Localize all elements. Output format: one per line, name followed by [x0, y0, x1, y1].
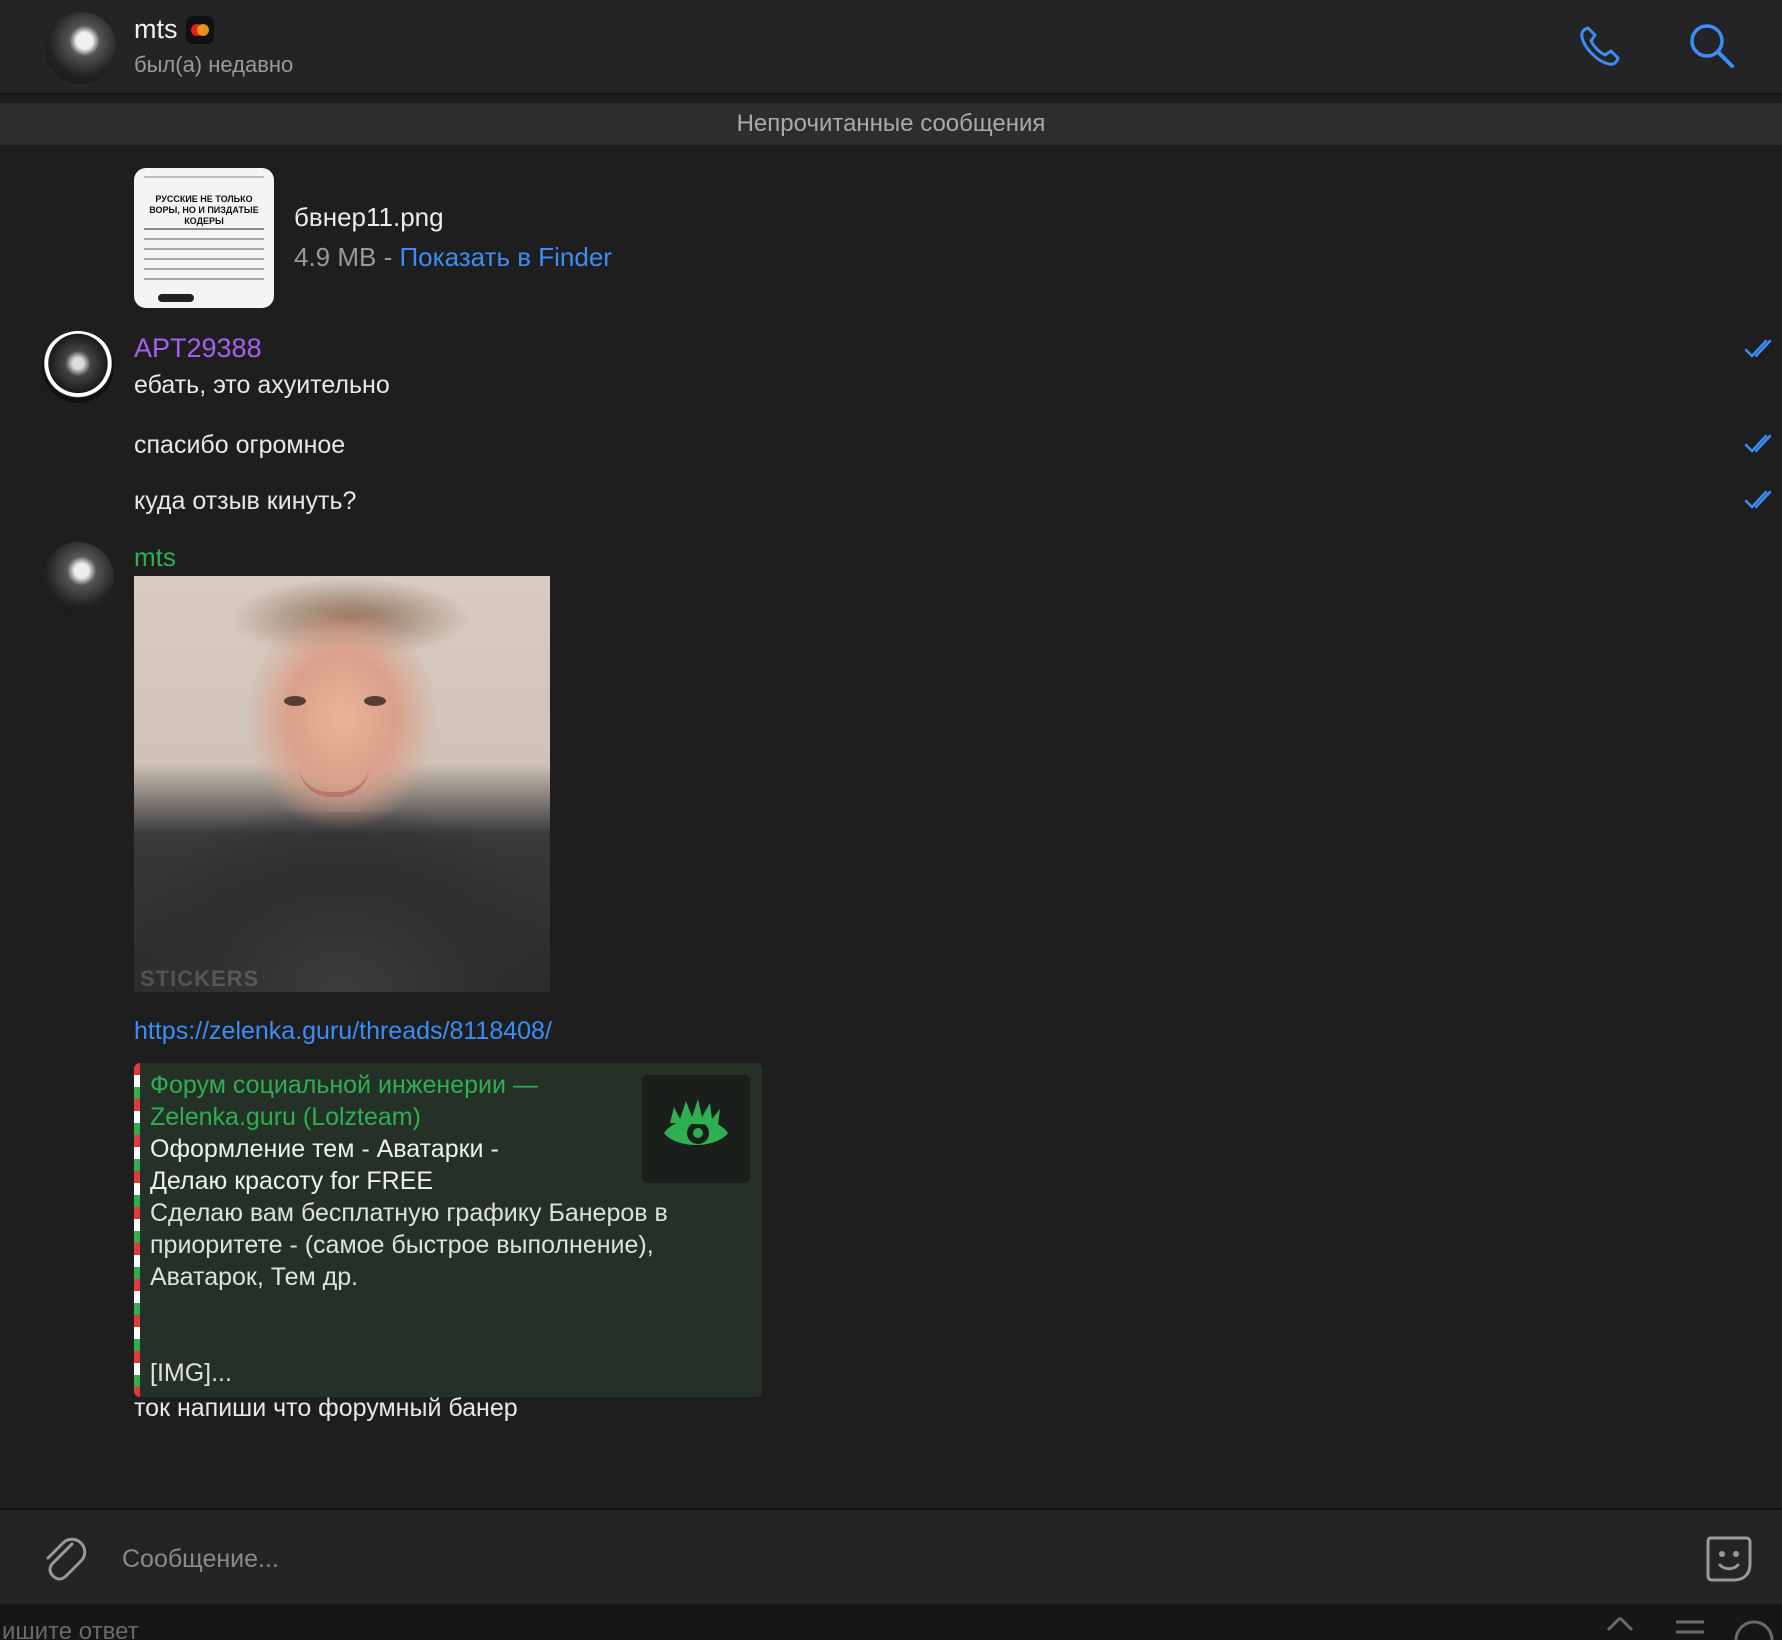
sender-name[interactable]: mts — [134, 542, 176, 573]
search-button[interactable] — [1686, 20, 1738, 72]
double-check-icon — [1744, 339, 1772, 358]
file-meta: 4.9 MB - Показать в Finder — [294, 242, 612, 273]
call-button[interactable] — [1574, 20, 1626, 72]
message-input[interactable] — [120, 1534, 1684, 1584]
preview-accent-stripe — [134, 1063, 140, 1397]
message-text: ток напиши что форумный банер — [134, 1394, 518, 1422]
last-seen-status: был(а) недавно — [134, 52, 294, 77]
message-text: ебать, это ахуительно — [134, 371, 390, 399]
file-size: 4.9 MB — [294, 242, 377, 272]
chat-title[interactable]: mts — [134, 14, 178, 45]
message-composer — [0, 1508, 1782, 1606]
photo-watermark: STICKERS — [140, 966, 260, 991]
unread-messages-divider: Непрочитанные сообщения — [0, 103, 1782, 145]
chat-header: mts был(а) недавно — [0, 0, 1782, 95]
message-text: спасибо огромное — [134, 431, 346, 459]
preview-site-name: Форум социальной инженерии — Zelenka.gur… — [150, 1071, 538, 1131]
phone-icon — [1580, 26, 1620, 66]
lolz-eye-logo-icon — [664, 1099, 728, 1145]
sender-name[interactable]: APT29388 — [134, 333, 262, 364]
message-link[interactable]: https://zelenka.guru/threads/8118408/ — [134, 1017, 552, 1046]
avatar[interactable] — [42, 542, 114, 614]
paperclip-icon — [46, 1537, 87, 1581]
preview-image — [642, 1075, 750, 1183]
attach-button[interactable] — [38, 1530, 88, 1586]
file-thumbnail[interactable]: РУССКИЕ НЕ ТОЛЬКО ВОРЫ, НО И ПИЗДАТЫЕ КО… — [134, 168, 274, 308]
show-in-finder-link[interactable]: Показать в Finder — [399, 242, 611, 272]
emoji-icon[interactable] — [1734, 1614, 1774, 1640]
preview-description: Сделаю вам бесплатную графику Банеров в … — [150, 1197, 750, 1389]
sticker-button[interactable] — [1700, 1530, 1756, 1586]
list-icon[interactable] — [1670, 1614, 1710, 1640]
preview-trailer: [IMG]... — [150, 1359, 232, 1387]
reply-hint: ишите ответ — [2, 1618, 139, 1640]
double-check-icon — [1744, 434, 1772, 453]
thumbnail-text: РУССКИЕ НЕ ТОЛЬКО ВОРЫ, НО И ПИЗДАТЫЕ КО… — [149, 194, 259, 226]
avatar[interactable] — [42, 331, 114, 403]
emoji-status-icon — [185, 15, 214, 44]
preview-title: Оформление тем - Аватарки - Делаю красот… — [150, 1135, 499, 1195]
meta-separator: - — [376, 242, 400, 272]
chat-title-row[interactable]: mts — [134, 14, 214, 45]
photo-message[interactable]: STICKERS — [134, 576, 550, 992]
bottom-reply-strip: ишите ответ — [0, 1604, 1782, 1640]
double-check-icon — [1744, 490, 1772, 509]
upload-icon[interactable] — [1600, 1614, 1640, 1640]
link-preview[interactable]: Форум социальной инженерии — Zelenka.gur… — [134, 1063, 762, 1397]
avatar[interactable] — [45, 12, 117, 84]
search-icon — [1690, 24, 1734, 68]
sticker-icon — [1706, 1536, 1752, 1582]
message-text: куда отзыв кинуть? — [134, 487, 357, 515]
file-name[interactable]: бвнер11.png — [294, 202, 444, 233]
